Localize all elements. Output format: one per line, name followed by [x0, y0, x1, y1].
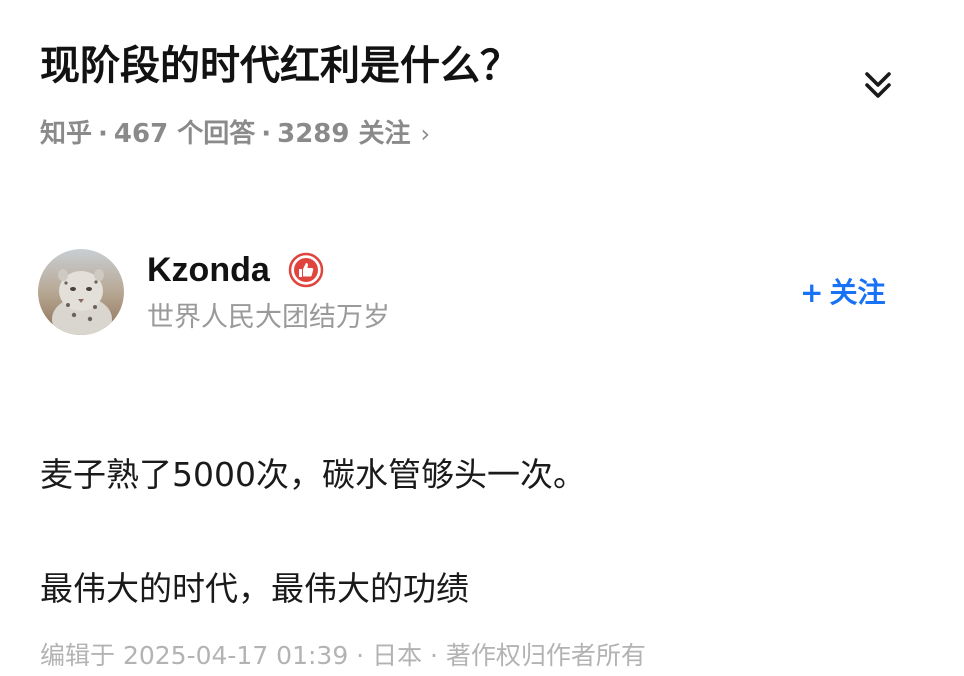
chevron-right-icon: › — [420, 120, 431, 148]
follow-button[interactable]: + 关注 — [800, 271, 885, 315]
author-bio: 世界人民大团结万岁 — [147, 302, 390, 333]
follower-count: 3289 关注 — [277, 119, 411, 149]
answer-paragraph: 最伟大的时代，最伟大的功绩 — [40, 569, 469, 608]
source-label: 知乎 — [40, 119, 93, 149]
avatar[interactable] — [38, 249, 124, 335]
collapse-button[interactable] — [858, 66, 898, 106]
meta-separator: · — [98, 119, 108, 149]
question-title: 现阶段的时代红利是什么？ — [40, 43, 520, 89]
plus-icon: + — [800, 276, 824, 309]
answer-paragraph: 麦子熟了5000次，碳水管够头一次。 — [40, 455, 586, 494]
answer-count: 467 个回答 — [113, 119, 256, 149]
meta-separator: · — [261, 119, 272, 149]
double-chevron-down-icon — [865, 72, 891, 98]
thumbs-up-badge-icon — [288, 252, 324, 288]
answer-footer: 编辑于 2025-04-17 01:39 · 日本 · 著作权归作者所有 — [40, 641, 646, 670]
follow-label: 关注 — [829, 276, 886, 309]
question-meta[interactable]: 知乎 · 467 个回答 · 3289 关注 › — [40, 114, 430, 154]
author-name[interactable]: Kzonda — [147, 248, 270, 292]
snow-leopard-avatar-icon — [38, 249, 124, 335]
